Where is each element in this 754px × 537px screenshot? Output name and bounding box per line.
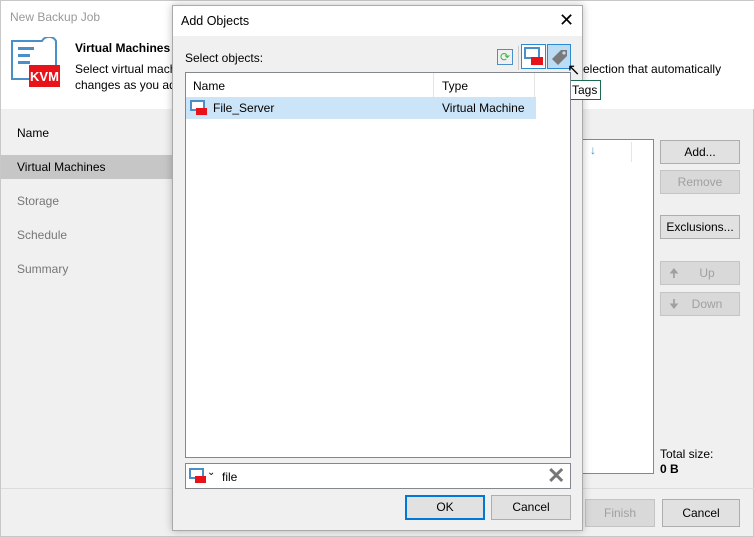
finish-button[interactable]: Finish [585,499,655,527]
nav-name[interactable]: Name [1,121,173,145]
wizard-cancel-button[interactable]: Cancel [662,499,740,527]
svg-text:KVM: KVM [30,69,59,84]
down-label: Down [691,297,723,311]
select-objects-label: Select objects: [185,51,264,65]
close-icon[interactable]: ✕ [559,10,574,30]
nav-summary[interactable]: Summary [1,257,173,281]
column-header-type[interactable]: Type [442,79,468,93]
vm-kvm-icon [190,100,207,115]
dialog-cancel-button[interactable]: Cancel [491,495,571,520]
table-row[interactable]: File_Server Virtual Machine [186,97,536,119]
column-divider[interactable] [433,73,434,97]
arrow-down-icon: 🠋 [669,297,679,311]
header-desc-1b: election that automatically [583,62,722,76]
search-box[interactable]: ⌄ file ✕ [185,463,571,489]
clear-search-icon[interactable]: ✕ [547,464,565,488]
up-button[interactable]: 🠉 Up [660,261,740,285]
remove-button[interactable]: Remove [660,170,740,194]
ok-button[interactable]: OK [405,495,485,520]
toolbar-divider [518,46,519,70]
search-input[interactable]: file [222,470,237,484]
tags-tooltip: Tags [568,80,602,100]
nav-virtual-machines[interactable]: Virtual Machines [1,155,173,179]
add-objects-dialog: Add Objects ✕ Select objects: ⟳ ↖ Tags N… [172,5,602,531]
window-title: New Backup Job [10,10,101,24]
chevron-down-icon[interactable]: ⌄ [207,467,215,478]
object-type-filter-icon[interactable] [189,468,207,484]
header-title: Virtual Machines [75,41,171,55]
nav-schedule[interactable]: Schedule [1,223,173,247]
exclusions-button[interactable]: Exclusions... [660,215,740,239]
refresh-icon[interactable]: ⟳ [497,49,513,65]
dialog-title: Add Objects [181,14,250,28]
arrow-up-icon: 🠉 [669,266,679,280]
header-desc-1: Select virtual mach [75,62,177,76]
up-label: Up [699,266,715,280]
kvm-logo-icon: KVM [10,35,60,87]
row-name: File_Server [213,101,275,115]
column-header-name[interactable]: Name [193,79,225,93]
vms-view-toggle[interactable] [521,44,546,69]
column-divider [631,142,632,162]
down-button[interactable]: 🠋 Down [660,292,740,316]
total-size-value: 0 B [660,462,679,476]
nav-storage[interactable]: Storage [1,189,173,213]
add-button[interactable]: Add... [660,140,740,164]
header-desc-2: changes as you ad [75,78,176,92]
objects-list[interactable]: Name Type File_Server Virtual Machine [185,72,571,458]
row-type: Virtual Machine [442,101,525,115]
vm-kvm-icon [524,47,543,65]
sort-arrow-icon: ↓ [590,143,596,157]
column-divider[interactable] [534,73,535,97]
total-size-label: Total size: [660,447,714,461]
